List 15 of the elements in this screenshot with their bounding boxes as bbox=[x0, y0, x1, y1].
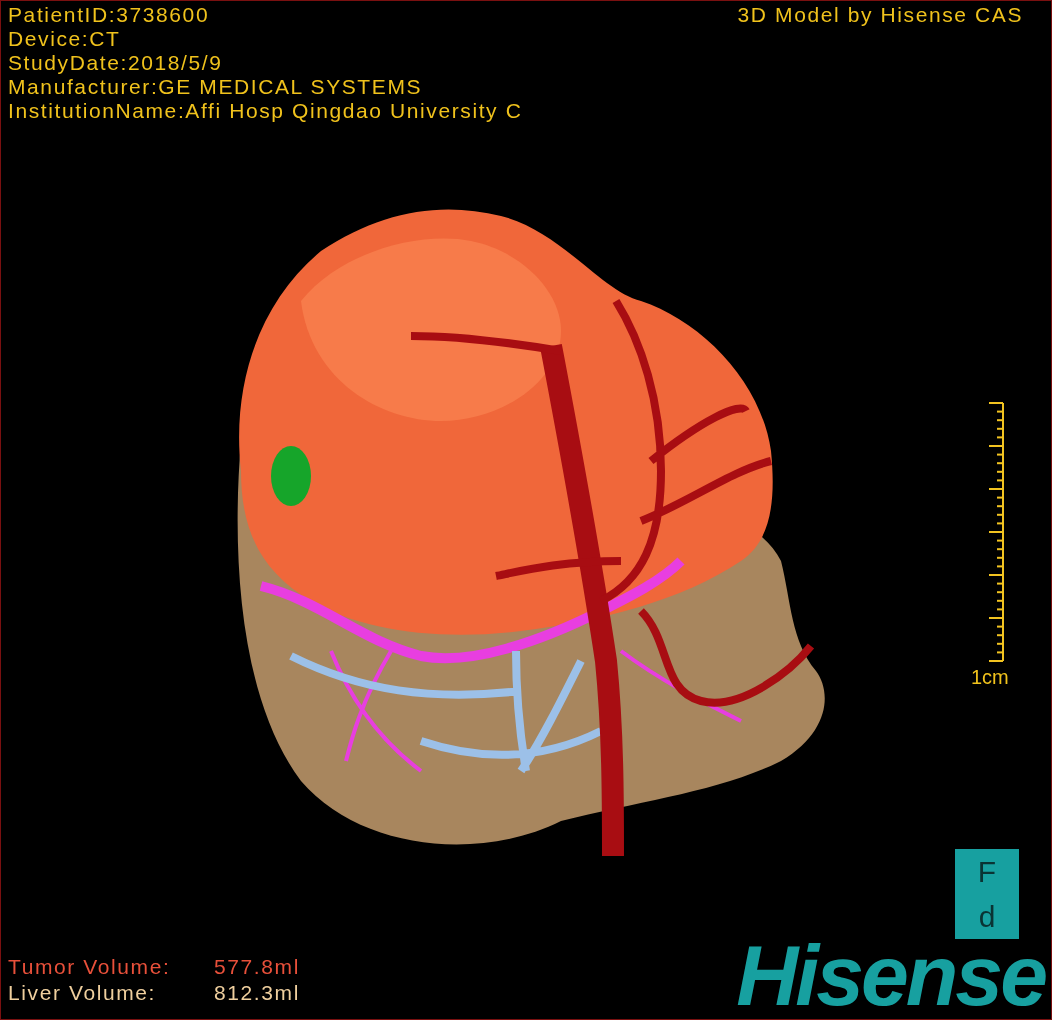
patient-info-text: StudyDate:2018/5/9 bbox=[8, 51, 224, 75]
scale-bar-icon bbox=[988, 401, 1005, 663]
volume-value: 812.3ml bbox=[214, 980, 300, 1006]
orientation-label: F bbox=[977, 854, 997, 889]
scale-label: 1cm bbox=[971, 665, 1009, 689]
patient-info-text: PatientID:3738600 bbox=[8, 3, 211, 27]
patient-info-text: Manufacturer:GE MEDICAL SYSTEMS bbox=[8, 75, 424, 99]
viewer-title: 3D Model by Hisense CAS bbox=[737, 3, 1023, 27]
volume-label: Tumor Volume: bbox=[8, 954, 172, 980]
orientation-label: d bbox=[978, 899, 996, 934]
volume-label: Liver Volume: bbox=[8, 980, 158, 1006]
patient-info-text: Device:CT bbox=[8, 27, 122, 51]
brand-logo: Hisense bbox=[736, 935, 1045, 1015]
volume-value: 577.8ml bbox=[214, 954, 300, 980]
patient-info-text: InstitutionName:Affi Hosp Qingdao University C bbox=[8, 99, 523, 123]
